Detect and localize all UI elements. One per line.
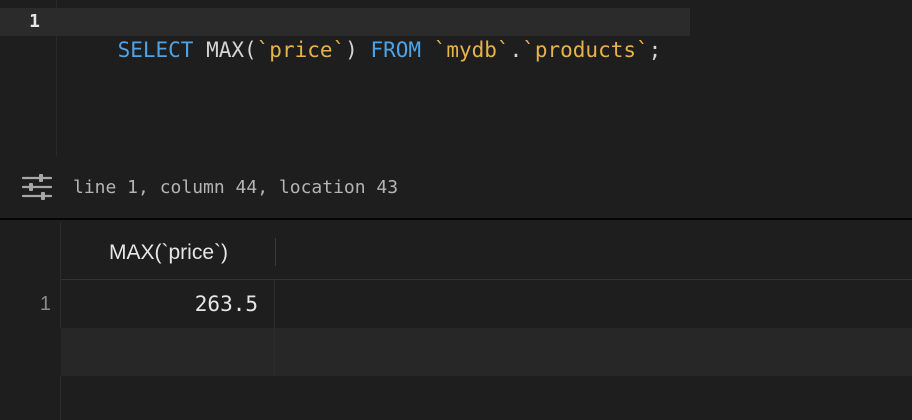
sql-token-dot: .: [509, 38, 523, 62]
empty-table-row: [0, 328, 912, 376]
sql-keyword-from: FROM: [370, 38, 422, 62]
cursor-position-text: line 1, column 44, location 43: [73, 177, 399, 198]
editor-status-bar: line 1, column 44, location 43: [0, 156, 912, 220]
column-resize-handle[interactable]: [275, 238, 276, 266]
sql-identifier-products: `products`: [522, 38, 649, 62]
sql-token-space: [421, 38, 434, 62]
editor-line-number: 1: [29, 11, 40, 32]
results-grid[interactable]: MAX(`price`) 1 263.5: [0, 222, 912, 420]
sql-token-paren: ): [345, 38, 371, 62]
column-header-max-price[interactable]: MAX(`price`): [61, 222, 276, 280]
column-header-row: MAX(`price`): [61, 222, 912, 280]
empty-row-number: [0, 328, 61, 376]
sql-keyword-select: SELECT: [117, 38, 194, 62]
table-row[interactable]: 1 263.5: [0, 280, 912, 328]
sql-token-max: MAX(: [193, 38, 257, 62]
sql-token-semicolon: ;: [648, 38, 662, 62]
sql-identifier-price: `price`: [256, 38, 346, 62]
sql-identifier-mydb: `mydb`: [433, 38, 510, 62]
result-cell-max-price[interactable]: 263.5: [61, 280, 275, 328]
sql-editor[interactable]: 1 SELECT MAX(`price`) FROM `mydb`.`produ…: [0, 0, 912, 156]
empty-result-cell: [61, 328, 275, 376]
code-line-1[interactable]: SELECT MAX(`price`) FROM `mydb`.`product…: [57, 8, 690, 62]
sliders-icon[interactable]: [21, 174, 53, 200]
row-number: 1: [39, 293, 51, 315]
